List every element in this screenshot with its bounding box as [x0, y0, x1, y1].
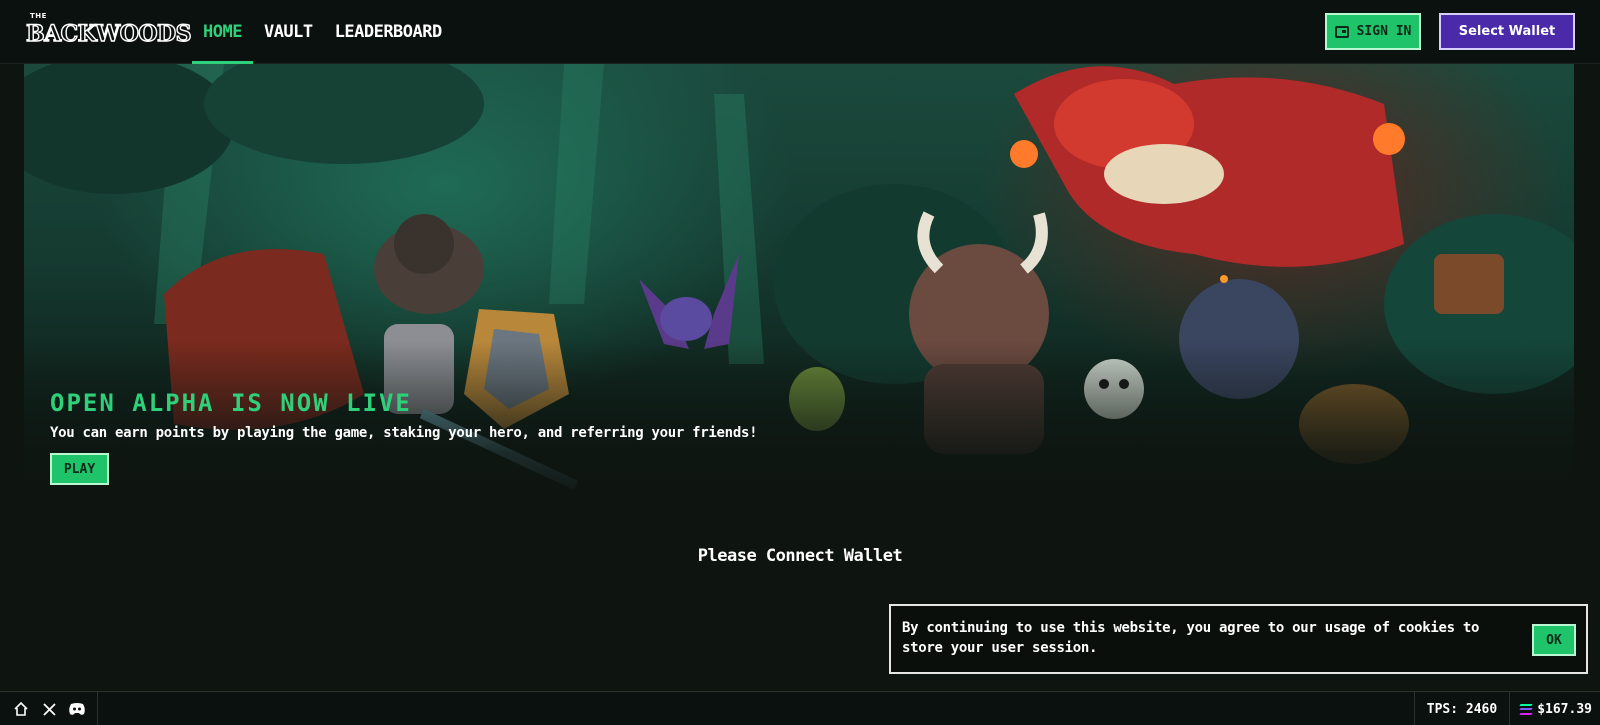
sign-in-button[interactable]: SIGN IN: [1325, 13, 1421, 50]
hero-subtitle: You can earn points by playing the game,…: [50, 425, 758, 441]
nav-leaderboard[interactable]: LEADERBOARD: [324, 0, 453, 64]
sign-in-label: SIGN IN: [1356, 24, 1412, 39]
status-bar: TPS: 2460 $167.39: [0, 691, 1600, 725]
x-twitter-icon[interactable]: [40, 700, 58, 718]
nav-vault[interactable]: VAULT: [253, 0, 324, 64]
top-bar: THE BACKWOODS HOME VAULT LEADERBOARD SIG…: [0, 0, 1600, 64]
hero-banner: OPEN ALPHA IS NOW LIVE You can earn poin…: [24, 64, 1574, 501]
main-nav: HOME VAULT LEADERBOARD: [192, 0, 453, 64]
cookie-ok-button[interactable]: OK: [1532, 624, 1576, 656]
play-button[interactable]: PLAY: [50, 453, 109, 485]
social-links: [0, 692, 98, 725]
nav-home[interactable]: HOME: [192, 0, 253, 64]
logo-wordmark: BACKWOODS: [25, 20, 192, 47]
solana-icon: [1519, 703, 1533, 715]
wallet-icon: [1334, 25, 1349, 38]
hero-gradient-overlay: [24, 341, 1574, 501]
sol-price: $167.39: [1509, 692, 1600, 725]
hero-title: OPEN ALPHA IS NOW LIVE: [50, 389, 412, 417]
cookie-banner: By continuing to use this website, you a…: [889, 604, 1588, 674]
select-wallet-button[interactable]: Select Wallet: [1439, 13, 1575, 50]
logo-the-text: THE: [30, 12, 47, 20]
sol-price-value: $167.39: [1537, 701, 1592, 717]
home-icon[interactable]: [12, 700, 30, 718]
cookie-text: By continuing to use this website, you a…: [902, 620, 1480, 656]
network-stats: TPS: 2460 $167.39: [1413, 692, 1600, 725]
connect-wallet-message: Please Connect Wallet: [697, 546, 903, 566]
discord-icon[interactable]: [68, 700, 86, 718]
tps-readout: TPS: 2460: [1413, 692, 1509, 725]
backwoods-logo[interactable]: THE BACKWOODS: [24, 10, 192, 54]
